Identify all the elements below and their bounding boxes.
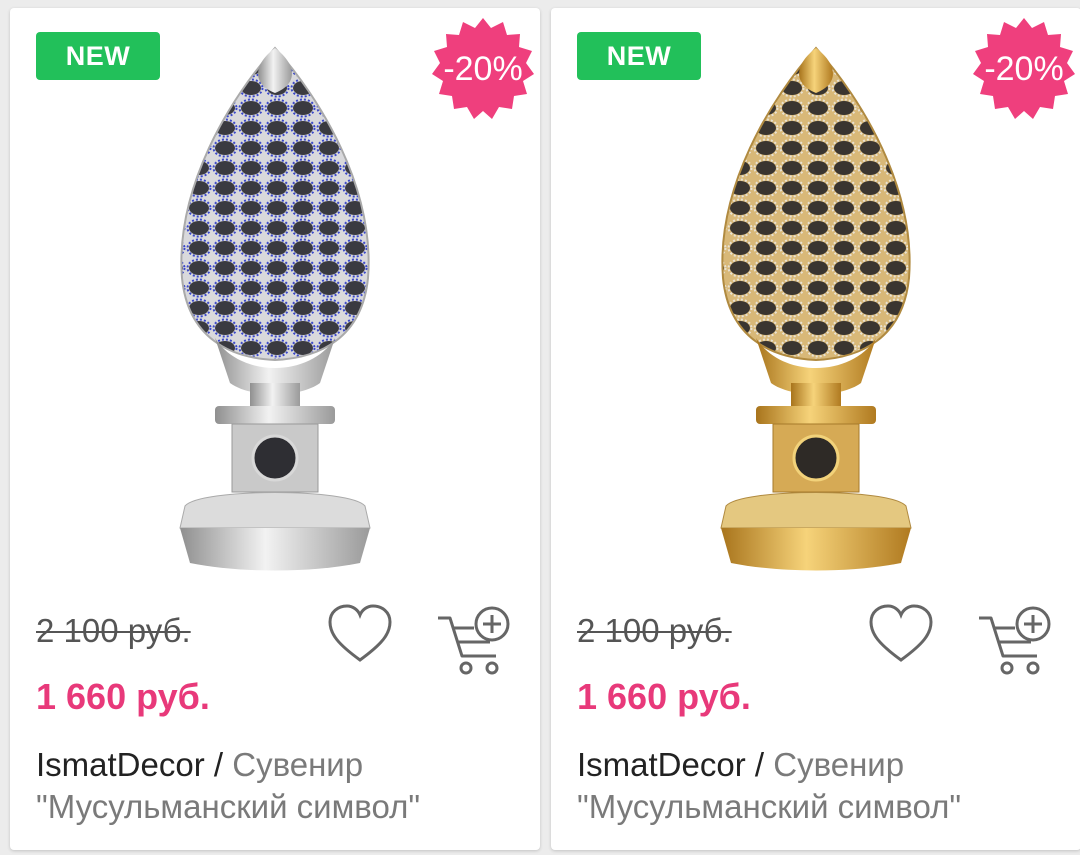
product-card[interactable]: NEW -20% 2 100 руб. 1 660 руб. IsmatDeco… [10,8,540,850]
title-separator: / [204,746,233,783]
product-image[interactable] [701,38,931,578]
add-to-cart-button[interactable] [977,602,1053,678]
cart-add-icon [979,606,1051,675]
new-badge: NEW [36,32,160,80]
old-price: 2 100 руб. [36,612,191,649]
favorite-button[interactable] [867,602,935,670]
brand-name: IsmatDecor [36,746,205,783]
product-image[interactable] [160,38,390,578]
sale-price: 1 660 руб. [577,676,751,717]
heart-icon [869,604,933,662]
product-card[interactable]: NEW -20% 2 100 руб. 1 660 руб. IsmatDeco… [551,8,1080,850]
discount-badge: -20% [971,16,1077,122]
product-name-line2: "Мусульманский символ" [36,788,421,825]
title-separator: / [745,746,774,783]
heart-icon [328,604,392,662]
add-to-cart-button[interactable] [436,602,512,678]
old-price: 2 100 руб. [577,612,732,649]
favorite-button[interactable] [326,602,394,670]
product-name-line1: Сувенир [773,746,905,783]
discount-badge: -20% [430,16,536,122]
cart-add-icon [438,606,510,675]
new-badge: NEW [577,32,701,80]
brand-name: IsmatDecor [577,746,746,783]
product-name-line2: "Мусульманский символ" [577,788,962,825]
product-title[interactable]: IsmatDecor / Сувенир "Мусульманский симв… [36,744,526,828]
sale-price: 1 660 руб. [36,676,210,717]
product-name-line1: Сувенир [232,746,364,783]
discount-label: -20% [443,49,523,88]
discount-label: -20% [984,49,1064,88]
product-grid: NEW -20% 2 100 руб. 1 660 руб. IsmatDeco… [0,0,1080,855]
product-title[interactable]: IsmatDecor / Сувенир "Мусульманский симв… [577,744,1067,828]
